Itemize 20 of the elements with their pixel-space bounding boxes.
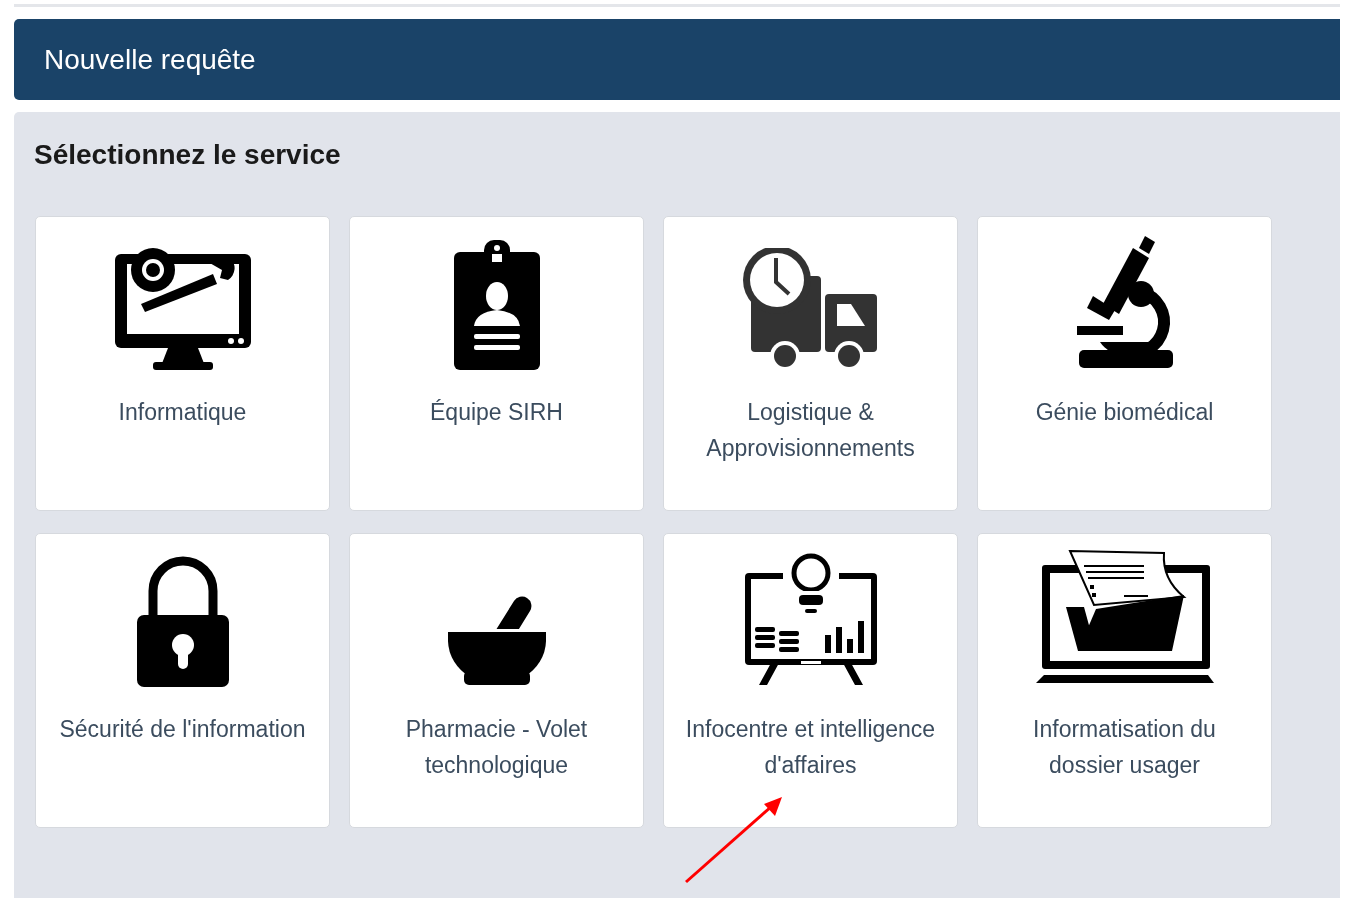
- service-tile[interactable]: Logistique & Approvisionnements: [663, 216, 958, 511]
- service-tile[interactable]: Pharmacie - Volet technologique: [349, 533, 644, 828]
- page-title: Nouvelle requête: [44, 42, 256, 77]
- section-title: Sélectionnez le service: [34, 138, 342, 172]
- service-label: Informatique: [117, 398, 248, 427]
- service-tile[interactable]: Informatisation du dossier usager: [977, 533, 1272, 828]
- service-tile[interactable]: Génie biomédical: [977, 216, 1272, 511]
- service-label: Sécurité de l'information: [58, 715, 307, 744]
- service-label: Équipe SIRH: [429, 398, 564, 427]
- service-tile[interactable]: Informatique: [35, 216, 330, 511]
- service-label: Génie biomédical: [1034, 398, 1215, 427]
- service-tile[interactable]: Infocentre et intelligence d'affaires: [663, 533, 958, 828]
- service-label: Logistique & Approvisionnements: [705, 398, 916, 463]
- service-label: Infocentre et intelligence d'affaires: [684, 715, 937, 780]
- padlock-icon: [134, 555, 231, 689]
- service-label: Pharmacie - Volet technologique: [404, 715, 589, 780]
- id-badge-icon: [451, 238, 542, 372]
- service-tile[interactable]: Équipe SIRH: [349, 216, 644, 511]
- service-tile[interactable]: Sécurité de l'information: [35, 533, 330, 828]
- service-label: Informatisation du dossier usager: [1032, 715, 1217, 780]
